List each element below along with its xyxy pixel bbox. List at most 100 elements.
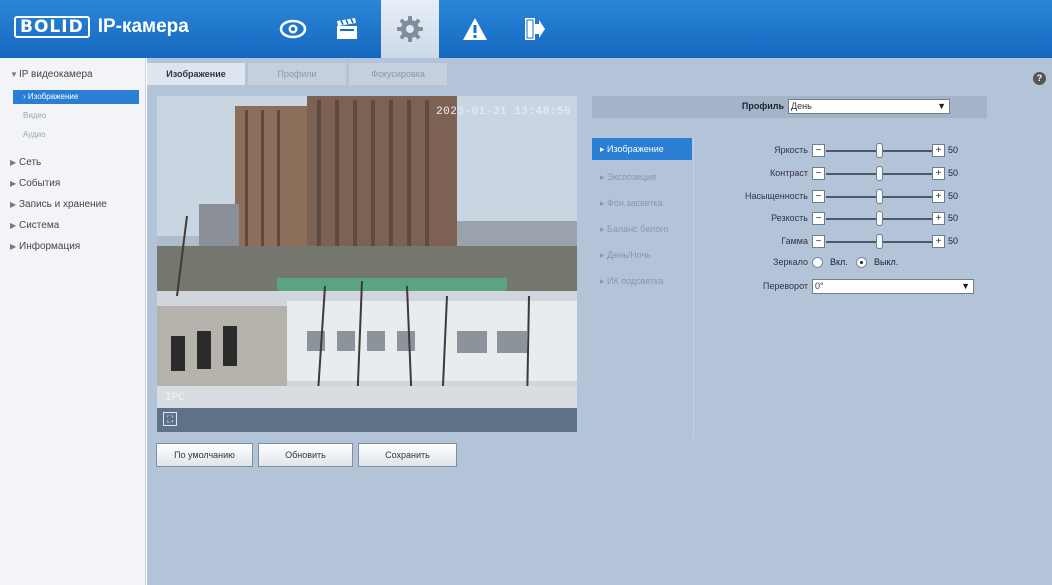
slider-value: 50 bbox=[948, 236, 959, 246]
sidebar-item-label: Запись и хранение bbox=[19, 199, 107, 210]
flip-select[interactable]: 0° ▼ bbox=[812, 279, 974, 294]
tab-profiles[interactable]: Профили bbox=[248, 63, 346, 85]
sidebar-subitem-label: Изображение bbox=[27, 92, 79, 101]
help-icon[interactable]: ? bbox=[1033, 72, 1046, 85]
default-button[interactable]: По умолчанию bbox=[156, 443, 253, 467]
slider-value: 50 bbox=[948, 168, 959, 178]
plus-button[interactable]: + bbox=[932, 167, 945, 180]
profile-bar: Профиль День ▼ bbox=[592, 96, 987, 118]
minus-button[interactable]: − bbox=[812, 235, 825, 248]
action-buttons: По умолчанию Обновить Сохранить bbox=[156, 443, 462, 467]
chevron-right-icon: › bbox=[23, 92, 26, 101]
slider-label: Насыщенность bbox=[744, 191, 808, 201]
sidebar-subitem-video[interactable]: Видео bbox=[13, 109, 139, 123]
sidebar-subitem-audio[interactable]: Аудио bbox=[13, 128, 139, 142]
fullscreen-icon[interactable]: ⛶ bbox=[163, 412, 177, 426]
plus-button[interactable]: + bbox=[932, 212, 945, 225]
slider-row: Гамма − +50 bbox=[694, 234, 984, 250]
chevron-right-icon: ▶ bbox=[10, 200, 17, 209]
chevron-right-icon: ▶ bbox=[10, 242, 17, 251]
minus-button[interactable]: − bbox=[812, 212, 825, 225]
menu-item-image[interactable]: ▸ Изображение bbox=[592, 138, 692, 160]
menu-item-white-balance[interactable]: ▸ Баланс белого bbox=[592, 216, 693, 242]
nav-logout[interactable] bbox=[505, 0, 563, 58]
profile-select[interactable]: День ▼ bbox=[788, 99, 950, 114]
sidebar-item-storage[interactable]: ▶ Запись и хранение bbox=[10, 199, 107, 210]
refresh-button[interactable]: Обновить bbox=[258, 443, 353, 467]
profile-label: Профиль bbox=[741, 101, 784, 111]
sidebar-item-network[interactable]: ▶ Сеть bbox=[10, 157, 41, 168]
chevron-down-icon: ▼ bbox=[937, 101, 946, 111]
slider-handle[interactable] bbox=[876, 166, 883, 181]
chevron-right-icon: ▶ bbox=[10, 221, 17, 230]
sidebar-item-label: Система bbox=[19, 220, 60, 231]
menu-item-backlight[interactable]: ▸ Фон.засветка bbox=[592, 190, 693, 216]
mirror-off-radio[interactable] bbox=[856, 257, 867, 268]
slider-value: 50 bbox=[948, 145, 959, 155]
plus-button[interactable]: + bbox=[932, 235, 945, 248]
sidebar-item-events[interactable]: ▶ События bbox=[10, 178, 60, 189]
slider-row: Яркость − +50 bbox=[694, 143, 984, 159]
mirror-on-radio[interactable] bbox=[812, 257, 823, 268]
mirror-row: Зеркало Вкл. Выкл. bbox=[694, 255, 984, 271]
menu-item-day-night[interactable]: ▸ День/Ночь bbox=[592, 242, 693, 268]
slider-handle[interactable] bbox=[876, 211, 883, 226]
logo: BOLID IP-камера bbox=[14, 16, 189, 38]
slider-handle[interactable] bbox=[876, 234, 883, 249]
menu-item-label: День/Ночь bbox=[607, 250, 651, 260]
plus-button[interactable]: + bbox=[932, 144, 945, 157]
flip-label: Переворот bbox=[762, 281, 808, 291]
menu-item-exposure[interactable]: ▸ Экспозиция bbox=[592, 164, 693, 190]
sidebar-item-info[interactable]: ▶ Информация bbox=[10, 241, 80, 252]
minus-button[interactable]: − bbox=[812, 144, 825, 157]
slider-label: Гамма bbox=[781, 236, 808, 246]
slider-row: Насыщенность − +50 bbox=[694, 189, 984, 205]
chevron-right-icon: ▶ bbox=[10, 179, 17, 188]
chevron-right-icon: ▶ bbox=[10, 158, 17, 167]
save-button[interactable]: Сохранить bbox=[358, 443, 457, 467]
gear-icon bbox=[397, 16, 423, 42]
minus-button[interactable]: − bbox=[812, 167, 825, 180]
menu-item-label: Экспозиция bbox=[607, 172, 657, 182]
sidebar-item-label: События bbox=[19, 178, 61, 189]
mirror-label: Зеркало bbox=[773, 257, 808, 267]
main-content: ? Изображение Профили Фокусировка 2023-0… bbox=[147, 58, 1052, 585]
camera-image bbox=[157, 96, 577, 408]
tab-image[interactable]: Изображение bbox=[147, 63, 245, 85]
sidebar-item-label: IP видеокамера bbox=[19, 69, 93, 80]
slider-label: Резкость bbox=[771, 213, 808, 223]
slider-value: 50 bbox=[948, 191, 959, 201]
chevron-down-icon: ▼ bbox=[961, 281, 970, 291]
sidebar-subitem-image[interactable]: › Изображение bbox=[13, 90, 139, 104]
video-preview[interactable]: 2023-01-31 13:48:50 IPC ⛶ bbox=[157, 96, 577, 432]
clapperboard-icon bbox=[337, 18, 357, 39]
slider-row: Резкость − +50 bbox=[694, 211, 984, 227]
slider-handle[interactable] bbox=[876, 189, 883, 204]
menu-item-label: ИК подсветка bbox=[607, 276, 664, 286]
sidebar-item-ip-camera[interactable]: ▼IP видеокамера bbox=[10, 69, 93, 80]
menu-item-ir-light[interactable]: ▸ ИК подсветка bbox=[592, 268, 693, 294]
warning-icon bbox=[463, 18, 487, 40]
minus-button[interactable]: − bbox=[812, 190, 825, 203]
flip-select-value: 0° bbox=[815, 281, 824, 291]
nav-alarm[interactable] bbox=[446, 0, 504, 58]
plus-button[interactable]: + bbox=[932, 190, 945, 203]
tab-bar: Изображение Профили Фокусировка bbox=[147, 63, 450, 85]
sidebar-item-label: Информация bbox=[19, 241, 81, 252]
nav-settings[interactable] bbox=[381, 0, 439, 58]
flip-row: Переворот 0° ▼ bbox=[694, 279, 984, 295]
nav-playback[interactable] bbox=[318, 0, 376, 58]
nav-live-view[interactable] bbox=[264, 0, 322, 58]
tab-focus[interactable]: Фокусировка bbox=[349, 63, 447, 85]
top-bar: BOLID IP-камера bbox=[0, 0, 1052, 58]
sidebar: ▼IP видеокамера › Изображение Видео Ауди… bbox=[0, 58, 146, 585]
mirror-on-label: Вкл. bbox=[830, 257, 848, 267]
slider-handle[interactable] bbox=[876, 143, 883, 158]
video-toolbar: ⛶ bbox=[157, 408, 577, 432]
slider-label: Яркость bbox=[774, 145, 808, 155]
sidebar-subitem-label: Аудио bbox=[23, 130, 46, 139]
chevron-down-icon: ▼ bbox=[10, 70, 18, 79]
video-timestamp: 2023-01-31 13:48:50 bbox=[436, 106, 571, 118]
sidebar-item-system[interactable]: ▶ Система bbox=[10, 220, 59, 231]
sidebar-subitem-label: Видео bbox=[23, 111, 47, 120]
